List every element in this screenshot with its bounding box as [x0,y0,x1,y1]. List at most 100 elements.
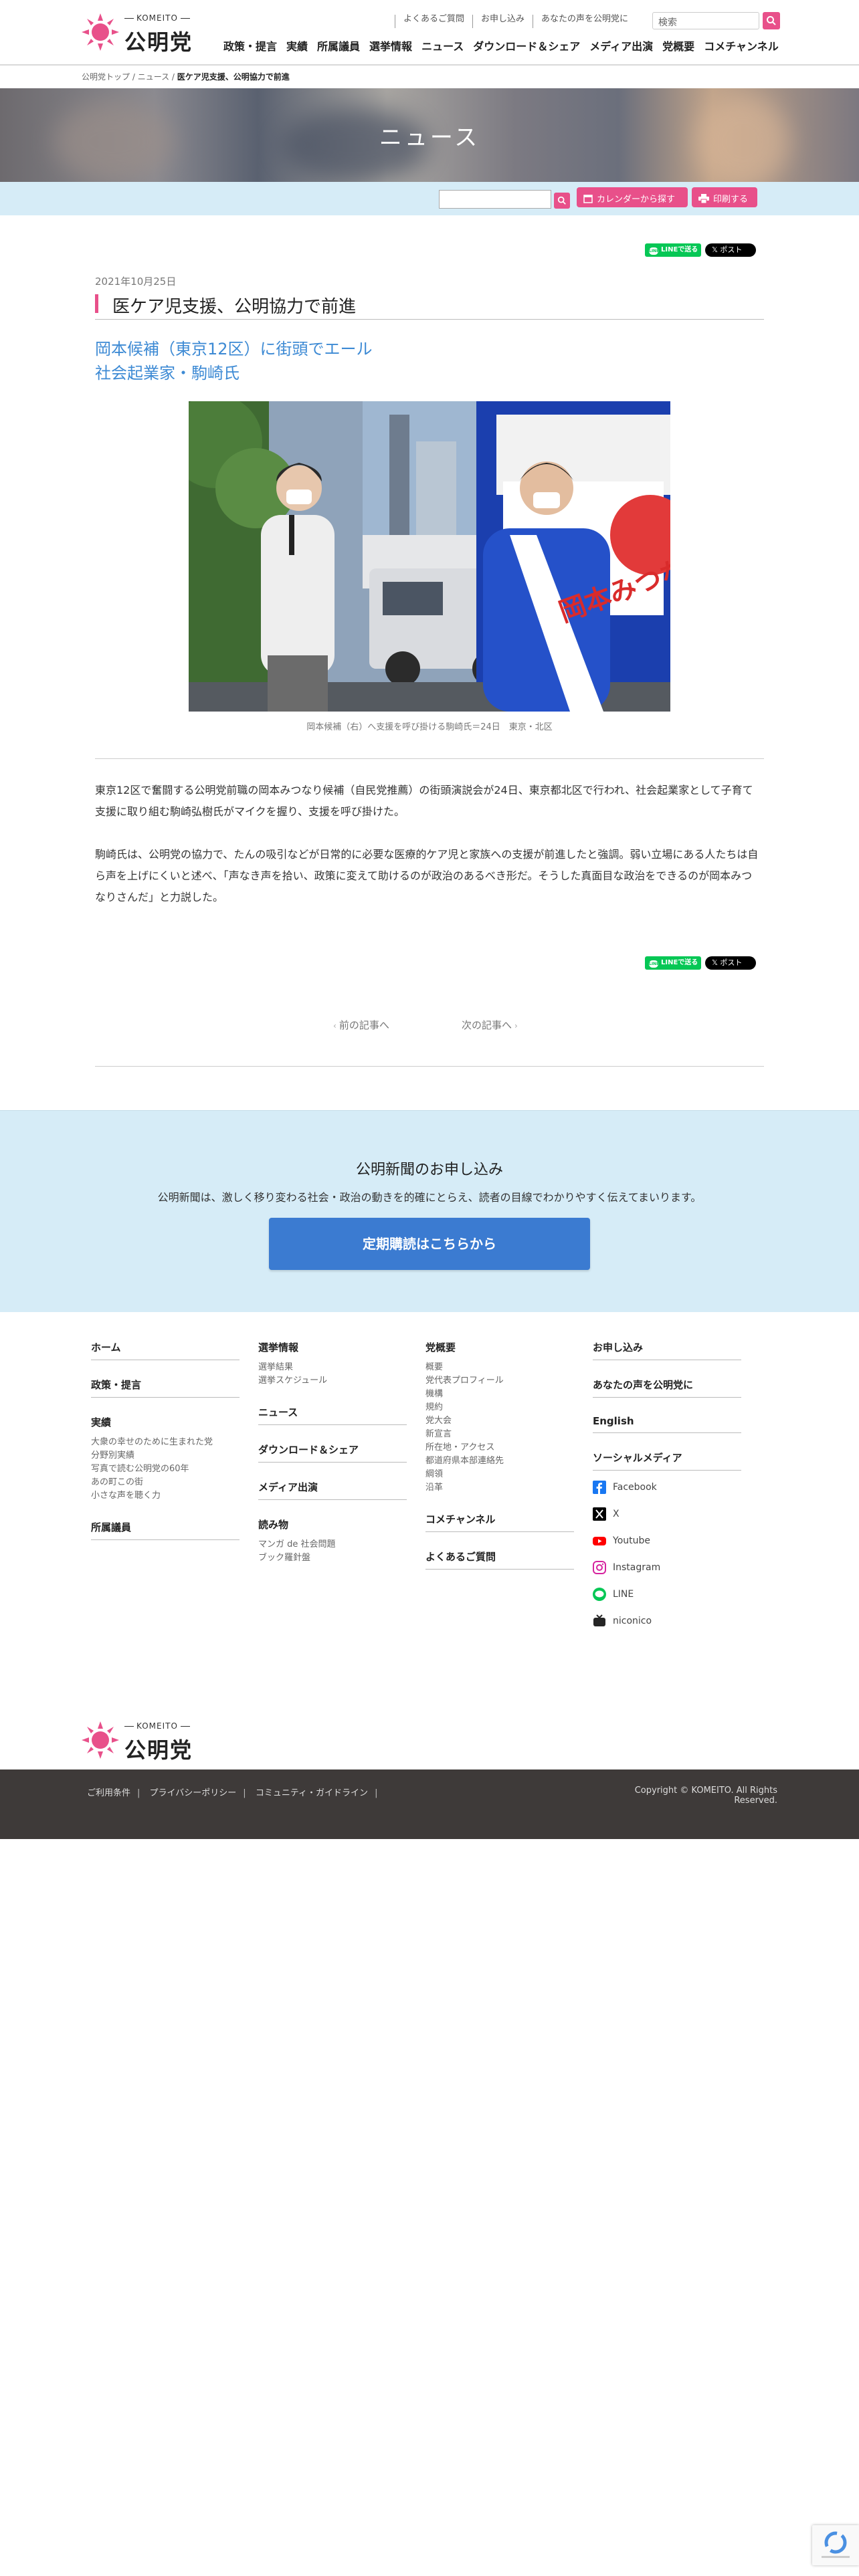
facebook-link[interactable]: Facebook [593,1480,741,1495]
site-logo[interactable]: KOMEITO 公明党 [80,9,207,55]
breadcrumb-news[interactable]: ニュース [138,72,169,82]
footer-achievements-link[interactable]: 実績 [91,1415,240,1434]
nav-media[interactable]: メディア出演 [589,37,653,53]
footer-policy-link[interactable]: 政策・提言 [91,1378,240,1398]
nav-achievements[interactable]: 実績 [286,37,308,53]
privacy-link[interactable]: プライバシーポリシー [150,1788,237,1798]
nav-members[interactable]: 所属議員 [317,37,360,53]
site-header: KOMEITO 公明党 よくあるご質問 お申し込み あなたの声を公明党に 検索 … [0,0,859,66]
footer-link[interactable]: 党代表プロフィール [425,1374,574,1388]
nav-about[interactable]: 党概要 [662,37,694,53]
instagram-link[interactable]: Instagram [593,1560,741,1575]
logo-subtitle: KOMEITO [122,1721,193,1731]
footer-media-link[interactable]: メディア出演 [258,1480,407,1500]
keyword-search-button[interactable] [554,193,570,209]
line-share-button[interactable]: LINE LINEで送る [645,956,701,970]
footer-news-link[interactable]: ニュース [258,1405,407,1425]
footer-link[interactable]: 概要 [425,1361,574,1374]
x-icon: 𝕏 [712,245,721,254]
footer-link[interactable]: 党大会 [425,1414,574,1428]
subscribe-section: 公明新聞のお申し込み 公明新聞は、激しく移り変わる社会・政治の動きを的確にとらえ… [0,1110,859,1312]
footer-link[interactable]: ブック羅針盤 [258,1551,407,1565]
footer-link[interactable]: 都道府県本部連絡先 [425,1455,574,1468]
x-post-button[interactable]: 𝕏 ポスト [705,956,756,970]
prev-article-link[interactable]: ‹ 前の記事へ [330,1018,389,1032]
footer-link[interactable]: 新宣言 [425,1428,574,1441]
facebook-icon [593,1481,606,1494]
nav-policy[interactable]: 政策・提言 [223,37,277,53]
footer-column-4: お申し込み あなたの声を公明党に English ソーシャルメディア Faceb… [593,1340,741,1646]
print-button[interactable]: 印刷する [692,187,757,207]
keyword-search-input[interactable] [439,190,551,209]
next-article-link[interactable]: 次の記事へ › [462,1018,520,1032]
faq-link[interactable]: よくあるご質問 [395,15,472,28]
footer-download-link[interactable]: ダウンロード＆シェア [258,1442,407,1463]
x-post-button[interactable]: 𝕏 ポスト [705,243,756,257]
footer-english-link[interactable]: English [593,1415,741,1433]
line-label: LINE [613,1589,634,1600]
article-photo: 岡本みつなり [189,401,670,712]
footer-members-link[interactable]: 所属議員 [91,1520,240,1540]
instagram-icon [593,1561,606,1574]
article-paragraph-1: 東京12区で奮闘する公明党前職の岡本みつなり候補（自民党推薦）の街頭演説会が24… [95,784,753,818]
breadcrumb-home[interactable]: 公明党トップ [82,72,130,82]
voice-link[interactable]: あなたの声を公明党に [533,15,636,28]
footer-link[interactable]: 綱領 [425,1468,574,1481]
recaptcha-badge[interactable] [812,2525,859,2565]
article-toolbar: カレンダーから探す 印刷する [0,182,859,215]
x-link[interactable]: X [593,1507,741,1521]
print-label: 印刷する [713,195,749,205]
footer-link[interactable]: 所在地・アクセス [425,1441,574,1455]
share-buttons-bottom: LINE LINEで送る 𝕏 ポスト [645,956,756,970]
footer-about-link[interactable]: 党概要 [425,1340,574,1360]
footer-link[interactable]: 分野別実績 [91,1449,240,1463]
footer-link[interactable]: 選挙スケジュール [258,1374,407,1388]
line-link[interactable]: LINE [593,1587,741,1602]
footer-channel-link[interactable]: コメチャンネル [425,1512,574,1532]
article-date: 2021年10月25日 [95,276,177,288]
x-label: X [613,1509,619,1519]
subscribe-button[interactable]: 定期購読はこちらから [269,1218,590,1270]
nav-news[interactable]: ニュース [421,37,464,53]
x-post-label: ポスト [720,958,743,967]
footer-link[interactable]: 機構 [425,1388,574,1401]
guidelines-link[interactable]: コミュニティ・ガイドライン [256,1788,368,1798]
footer-link[interactable]: あの町この街 [91,1476,240,1489]
nav-download[interactable]: ダウンロード＆シェア [473,37,580,53]
footer-voice-link[interactable]: あなたの声を公明党に [593,1378,741,1398]
footer-logo[interactable]: KOMEITO 公明党 [80,1717,207,1763]
footer-link[interactable]: 小さな声を聴く力 [91,1489,240,1503]
nav-election[interactable]: 選挙情報 [369,37,412,53]
footer-link[interactable]: 沿革 [425,1481,574,1495]
youtube-link[interactable]: Youtube [593,1533,741,1548]
footer-home-link[interactable]: ホーム [91,1340,240,1360]
subscribe-description: 公明新聞は、激しく移り変わる社会・政治の動きを的確にとらえ、読者の目線でわかりや… [157,1191,702,1204]
subheading-line-2: 社会起業家・駒崎氏 [95,364,240,383]
street-rally-illustration: 岡本みつなり [189,401,670,712]
article-subheading: 岡本候補（東京12区）に街頭でエール 社会起業家・駒崎氏 [95,337,373,385]
nav-channel[interactable]: コメチャンネル [704,37,779,53]
logo-subtitle: KOMEITO [122,13,193,23]
chevron-left-icon: ‹ [333,1021,337,1031]
footer-reading-link[interactable]: 読み物 [258,1517,407,1537]
apply-link[interactable]: お申し込み [472,15,533,28]
footer-link[interactable]: マンガ de 社会問題 [258,1538,407,1551]
line-share-button[interactable]: LINE LINEで送る [645,243,701,257]
footer-faq-link[interactable]: よくあるご質問 [425,1549,574,1570]
footer-link[interactable]: 大衆の幸せのために生まれた党 [91,1436,240,1449]
search-button[interactable] [763,12,780,29]
breadcrumb-current: 医ケア児支援、公明協力で前進 [177,72,290,82]
share-buttons-top: LINE LINEで送る 𝕏 ポスト [645,243,756,257]
footer-link[interactable]: 選挙結果 [258,1361,407,1374]
photo-caption: 岡本候補（右）へ支援を呼び掛ける駒崎氏＝24日 東京・北区 [306,722,553,732]
terms-link[interactable]: ご利用条件 [87,1788,130,1798]
search-input[interactable]: 検索 [652,12,759,29]
footer-election-link[interactable]: 選挙情報 [258,1340,407,1360]
calendar-search-button[interactable]: カレンダーから探す [577,187,688,207]
youtube-icon [593,1537,606,1545]
footer-link[interactable]: 規約 [425,1401,574,1414]
niconico-link[interactable]: niconico [593,1614,741,1628]
footer-apply-link[interactable]: お申し込み [593,1340,741,1360]
footer-link[interactable]: 写真で読む公明党の60年 [91,1463,240,1476]
pager-divider [95,1066,764,1067]
